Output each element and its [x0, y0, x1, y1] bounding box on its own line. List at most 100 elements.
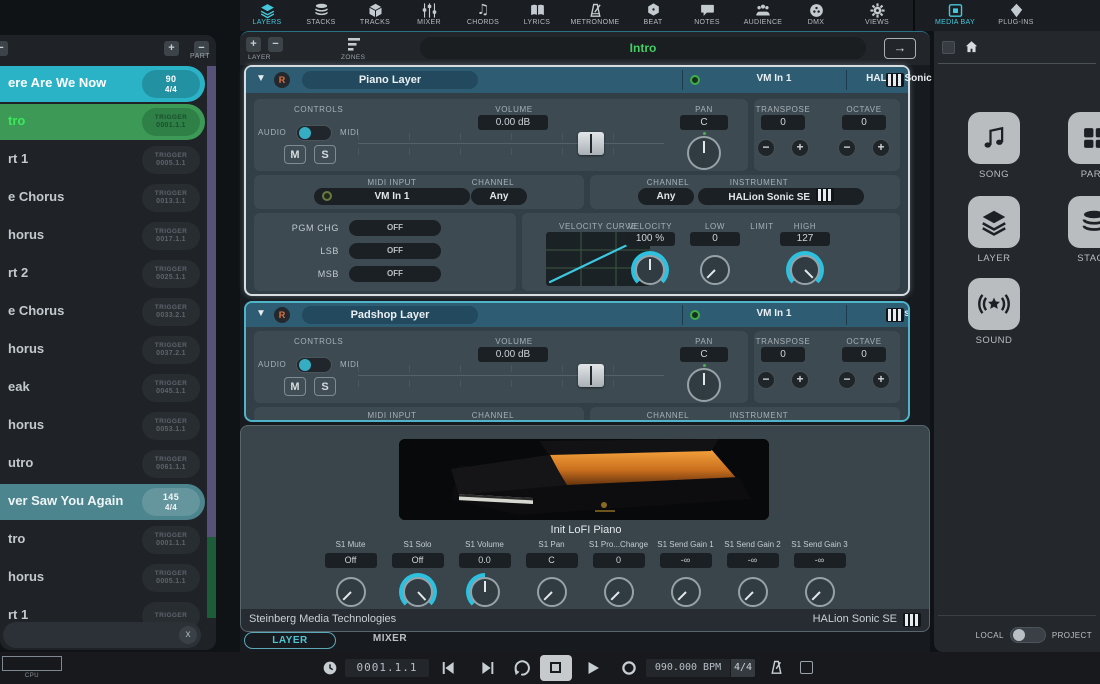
param-value[interactable]: -∞: [794, 553, 846, 568]
setlist-item[interactable]: horus TRIGGER 0017.1.1: [0, 218, 216, 254]
low-knob[interactable]: [700, 255, 730, 285]
time-display[interactable]: 0001.1.1: [345, 659, 429, 677]
param-knob[interactable]: [604, 577, 634, 607]
media-tile-sound[interactable]: [968, 278, 1020, 330]
skip-back-button[interactable]: [438, 659, 458, 682]
record-arm-button[interactable]: R: [274, 307, 290, 323]
remove-layer-button[interactable]: −: [268, 37, 283, 52]
param-knob[interactable]: [738, 577, 768, 607]
setlist-item[interactable]: rt 1 TRIGGER 0005.1.1: [0, 142, 216, 178]
keys-icon[interactable]: [903, 613, 921, 627]
open-instrument-editor-icon[interactable]: [886, 308, 904, 322]
add-part-button[interactable]: +: [164, 41, 179, 56]
octave-value[interactable]: 0: [842, 115, 886, 130]
param-value[interactable]: C: [526, 553, 578, 568]
tab-stacks[interactable]: STACKS: [294, 0, 348, 31]
record-button[interactable]: [620, 659, 638, 682]
precount-checkbox[interactable]: [800, 661, 813, 674]
param-knob[interactable]: [537, 577, 567, 607]
cycle-button[interactable]: [512, 658, 532, 683]
transpose-plus-button[interactable]: +: [791, 139, 809, 157]
param-value[interactable]: Off: [325, 553, 377, 568]
tab-views[interactable]: VIEWS: [849, 0, 905, 31]
octave-minus-button[interactable]: −: [838, 139, 856, 157]
low-value[interactable]: 0: [690, 232, 740, 246]
setlist-item[interactable]: eak TRIGGER 0045.1.1: [0, 370, 216, 406]
tab-mixer[interactable]: MIXER: [402, 0, 456, 31]
close-icon[interactable]: x: [179, 626, 197, 644]
setlist-filter-bar[interactable]: x: [3, 622, 201, 648]
param-knob[interactable]: [403, 577, 433, 607]
transpose-plus-button[interactable]: +: [791, 371, 809, 389]
octave-plus-button[interactable]: +: [872, 139, 890, 157]
velocity-knob[interactable]: [635, 255, 665, 285]
velocity-value[interactable]: 100 %: [625, 232, 675, 246]
param-value[interactable]: -∞: [727, 553, 779, 568]
tab-mixer-bottom[interactable]: MIXER: [350, 633, 430, 644]
param-value[interactable]: -∞: [660, 553, 712, 568]
transpose-value[interactable]: 0: [761, 347, 805, 362]
setlist-item[interactable]: ere Are We Now 90 4/4: [0, 66, 205, 102]
setlist-item[interactable]: e Chorus TRIGGER 0013.1.1: [0, 180, 216, 216]
tab-beat[interactable]: BEAT: [626, 0, 680, 31]
instrument-select[interactable]: HALion Sonic SE: [698, 188, 864, 205]
volume-slider[interactable]: [358, 363, 664, 389]
tab-plug-ins[interactable]: PLUG-INS: [987, 0, 1045, 31]
midi-port-select[interactable]: VM In 1: [704, 73, 844, 84]
lsb-value[interactable]: OFF: [349, 243, 441, 259]
pan-value[interactable]: C: [680, 115, 728, 130]
setlist-item[interactable]: ver Saw You Again 145 4/4: [0, 484, 205, 520]
volume-slider-handle[interactable]: [578, 364, 604, 387]
play-button[interactable]: [584, 659, 602, 682]
stop-button[interactable]: [540, 655, 572, 681]
setlist-item[interactable]: horus TRIGGER 0053.1.1: [0, 408, 216, 444]
media-tile-stack[interactable]: [1068, 196, 1100, 248]
instrument-channel-select[interactable]: Any: [638, 188, 694, 205]
tab-lyrics[interactable]: LYRICS: [510, 0, 564, 31]
audio-midi-toggle[interactable]: [296, 357, 332, 373]
transpose-minus-button[interactable]: −: [757, 371, 775, 389]
param-value[interactable]: 0.0: [459, 553, 511, 568]
media-bay-checkbox[interactable]: [942, 41, 955, 54]
param-value[interactable]: Off: [392, 553, 444, 568]
octave-value[interactable]: 0: [842, 347, 886, 362]
transpose-value[interactable]: 0: [761, 115, 805, 130]
tab-media-bay[interactable]: MEDIA BAY: [923, 0, 987, 31]
media-tile-layer[interactable]: [968, 196, 1020, 248]
tab-metronome[interactable]: METRONOME: [564, 0, 626, 31]
octave-plus-button[interactable]: +: [872, 371, 890, 389]
local-project-toggle[interactable]: [1010, 627, 1046, 643]
layer-title[interactable]: Piano Layer: [302, 71, 478, 89]
tab-layers[interactable]: LAYERS: [240, 0, 294, 31]
setlist-item[interactable]: e Chorus TRIGGER 0033.2.1: [0, 294, 216, 330]
volume-slider[interactable]: [358, 131, 664, 157]
high-knob[interactable]: [790, 255, 820, 285]
channel-select[interactable]: Any: [471, 188, 527, 205]
current-part-display[interactable]: Intro: [420, 37, 866, 59]
record-arm-button[interactable]: R: [274, 72, 290, 88]
mute-button[interactable]: M: [284, 377, 306, 396]
param-knob[interactable]: [470, 577, 500, 607]
home-icon[interactable]: [964, 39, 979, 59]
audio-midi-toggle[interactable]: [296, 125, 332, 141]
param-value[interactable]: 0: [593, 553, 645, 568]
pan-knob[interactable]: [687, 368, 721, 402]
midi-input-select[interactable]: VM In 1: [314, 188, 470, 205]
next-part-button[interactable]: →: [884, 38, 916, 59]
pan-value[interactable]: C: [680, 347, 728, 362]
setlist-item[interactable]: tro TRIGGER 0001.1.1: [0, 522, 216, 558]
add-layer-button[interactable]: +: [246, 37, 261, 52]
time-signature-display[interactable]: 4/4: [731, 659, 755, 677]
volume-slider-handle[interactable]: [578, 132, 604, 155]
solo-button[interactable]: S: [314, 145, 336, 164]
tab-dmx[interactable]: DMX: [792, 0, 840, 31]
mute-button[interactable]: M: [284, 145, 306, 164]
tempo-display[interactable]: 090.000 BPM: [646, 659, 730, 677]
solo-button[interactable]: S: [314, 377, 336, 396]
tab-tracks[interactable]: TRACKS: [348, 0, 402, 31]
param-knob[interactable]: [805, 577, 835, 607]
media-tile-song[interactable]: [968, 112, 1020, 164]
transpose-minus-button[interactable]: −: [757, 139, 775, 157]
layer-title[interactable]: Padshop Layer: [302, 306, 478, 324]
tab-layer[interactable]: LAYER: [244, 632, 336, 649]
